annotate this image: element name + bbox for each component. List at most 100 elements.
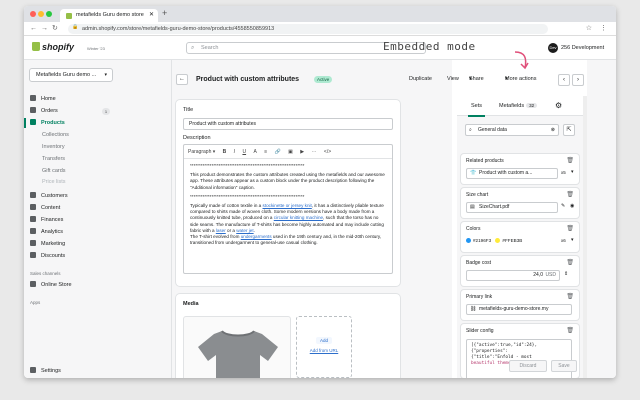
description-paragraph: This product demonstrates the custom att… (190, 172, 385, 190)
delete-icon[interactable]: 🗑 (566, 293, 574, 300)
discard-button[interactable]: Discard (509, 360, 547, 372)
chevron-down-icon[interactable]: ▾ (571, 237, 574, 243)
tshirt-icon: 👕 (470, 170, 477, 176)
italic-button[interactable]: I (234, 145, 235, 159)
align-icon[interactable]: ≡ (264, 145, 267, 159)
sidebar-item-discounts[interactable]: Discounts (30, 251, 65, 261)
chevron-down-icon: ▾ (104, 72, 107, 78)
view-button[interactable]: View (447, 76, 459, 82)
sidebar-item-online-store[interactable]: Online Store (30, 280, 72, 290)
edit-icon[interactable]: ✎ (561, 203, 565, 209)
primary-link-field[interactable]: ⛓ metafields-guru-demo-store.my (466, 304, 572, 315)
description-body: ****************************************… (184, 159, 392, 253)
field-label: Badge cost (466, 260, 492, 266)
store-name[interactable]: 256 Development (561, 45, 604, 51)
eye-icon[interactable]: ◉ (570, 203, 574, 209)
link-icon[interactable]: 🔗 (275, 145, 281, 159)
shopify-logo[interactable]: shopify (32, 42, 74, 52)
home-icon (30, 95, 36, 101)
gear-icon[interactable]: ⚙ (555, 101, 562, 110)
sidebar-item-finances[interactable]: Finances (30, 215, 63, 225)
badge-cost-field[interactable]: 24,0 USD (466, 270, 560, 281)
code-view-icon[interactable]: </> (324, 145, 331, 159)
sidebar-item-price-lists[interactable]: Price lists (42, 177, 66, 187)
product-image[interactable] (183, 316, 291, 378)
tab-metafields[interactable]: Metafields 32 (499, 103, 538, 109)
delete-icon[interactable]: 🗑 (566, 225, 574, 232)
underline-button[interactable]: U (242, 145, 246, 159)
delete-icon[interactable]: 🗑 (566, 327, 574, 334)
maximize-window-dot[interactable] (46, 11, 52, 17)
description-link[interactable]: stockinette or jersey knit (263, 203, 312, 208)
size-chart-field[interactable]: ▤ SizeChart.pdf (466, 202, 558, 213)
link-icon: ⛓ (470, 306, 477, 312)
add-from-url-link[interactable]: Add from URL (297, 348, 351, 353)
delete-icon[interactable]: 🗑 (566, 259, 574, 266)
sidebar-item-inventory[interactable]: Inventory (42, 142, 65, 152)
panel-scrollbar[interactable] (583, 96, 587, 378)
clear-icon[interactable]: ⊗ (551, 125, 555, 135)
description-link[interactable]: undergarments (241, 234, 272, 239)
title-field[interactable]: Product with custom attributes (183, 118, 393, 130)
next-product-button[interactable]: › (572, 74, 584, 86)
description-link[interactable]: circular knitting machine (274, 215, 323, 220)
paragraph-select[interactable]: Paragraph ▾ (188, 145, 215, 159)
sidebar-item-collections[interactable]: Collections (42, 130, 69, 140)
sidebar-item-orders[interactable]: Orders (30, 106, 58, 116)
share-button[interactable]: Share ▾ (469, 76, 484, 82)
slider-config-json[interactable]: [{"active":true,"id":24}, {"properties":… (466, 339, 572, 378)
tab-sets[interactable]: Sets (467, 103, 486, 117)
colors-card: Colors 🗑 #2196F3 #FFEB3B x6 ▾ (461, 222, 579, 252)
color-values[interactable]: #2196F3 #FFEB3B (466, 238, 522, 243)
delete-icon[interactable]: 🗑 (566, 157, 574, 164)
delete-icon[interactable]: 🗑 (566, 191, 574, 198)
store-selector[interactable]: Metafields Guru demo ... ▾ (29, 68, 113, 82)
sales-channels-heading: Sales channels (30, 271, 61, 276)
add-media-button[interactable]: Add (315, 337, 332, 344)
image-icon[interactable]: ▣ (288, 145, 293, 159)
apps-heading[interactable]: Apps (30, 300, 40, 305)
related-products-field[interactable]: 👕 Product with custom a... (466, 168, 558, 179)
sidebar-item-settings[interactable]: Settings (30, 366, 61, 376)
sidebar-item-content[interactable]: Content (30, 203, 60, 213)
description-link[interactable]: water jet (236, 228, 253, 233)
settings-icon (30, 367, 36, 373)
sidebar-item-products[interactable]: Products (30, 118, 65, 128)
video-icon[interactable]: ▶ (300, 145, 304, 159)
page-margin (587, 60, 616, 378)
chevron-down-icon[interactable]: ▾ (571, 169, 574, 175)
bold-button[interactable]: B (223, 145, 227, 159)
sidebar-item-transfers[interactable]: Transfers (42, 154, 65, 164)
color-swatch (466, 238, 471, 243)
set-search-input[interactable]: ⌕ General data ⊗ (465, 124, 559, 136)
stepper-icon[interactable]: ⇕ (564, 271, 568, 277)
sidebar-item-analytics[interactable]: Analytics (30, 227, 63, 237)
previous-product-button[interactable]: ‹ (558, 74, 570, 86)
sidebar-item-home[interactable]: Home (30, 94, 56, 104)
close-window-dot[interactable] (30, 11, 36, 17)
media-dropzone[interactable]: Add Add from URL (296, 316, 352, 378)
save-button[interactable]: Save (551, 360, 577, 372)
expand-icon[interactable]: ⇱ (563, 124, 575, 136)
media-card: Media Add Add from URL (176, 294, 400, 378)
duplicate-button[interactable]: Duplicate (409, 76, 432, 82)
description-link[interactable]: laser (216, 228, 226, 233)
url-field[interactable]: admin.shopify.com/store/metafields-guru-… (68, 24, 548, 34)
sidebar-item-gift-cards[interactable]: Gift cards (42, 166, 66, 176)
minimize-window-dot[interactable] (38, 11, 44, 17)
browser-menu-icons[interactable]: ☆ ⋮ (586, 24, 610, 32)
more-icon[interactable]: ⋯ (312, 145, 317, 159)
description-divider: ****************************************… (190, 163, 305, 168)
online-store-icon (30, 281, 36, 287)
sidebar-item-marketing[interactable]: Marketing (30, 239, 65, 249)
browser-nav-icons[interactable]: ←→↻ (30, 24, 62, 32)
description-editor[interactable]: Paragraph ▾ B I U A ≡ 🔗 ▣ ▶ ⋯ </> ******… (183, 144, 393, 274)
avatar[interactable]: Dev (548, 43, 558, 53)
new-tab-icon[interactable]: + (162, 8, 167, 18)
more-actions-button[interactable]: More actions ▾ (505, 76, 537, 82)
back-button[interactable]: ← (176, 74, 188, 85)
sidebar-item-customers[interactable]: Customers (30, 191, 68, 201)
browser-tab[interactable]: metafields Guru demo store ✕ (60, 9, 158, 22)
text-color-button[interactable]: A (253, 145, 256, 159)
close-tab-icon[interactable]: ✕ (149, 9, 154, 22)
